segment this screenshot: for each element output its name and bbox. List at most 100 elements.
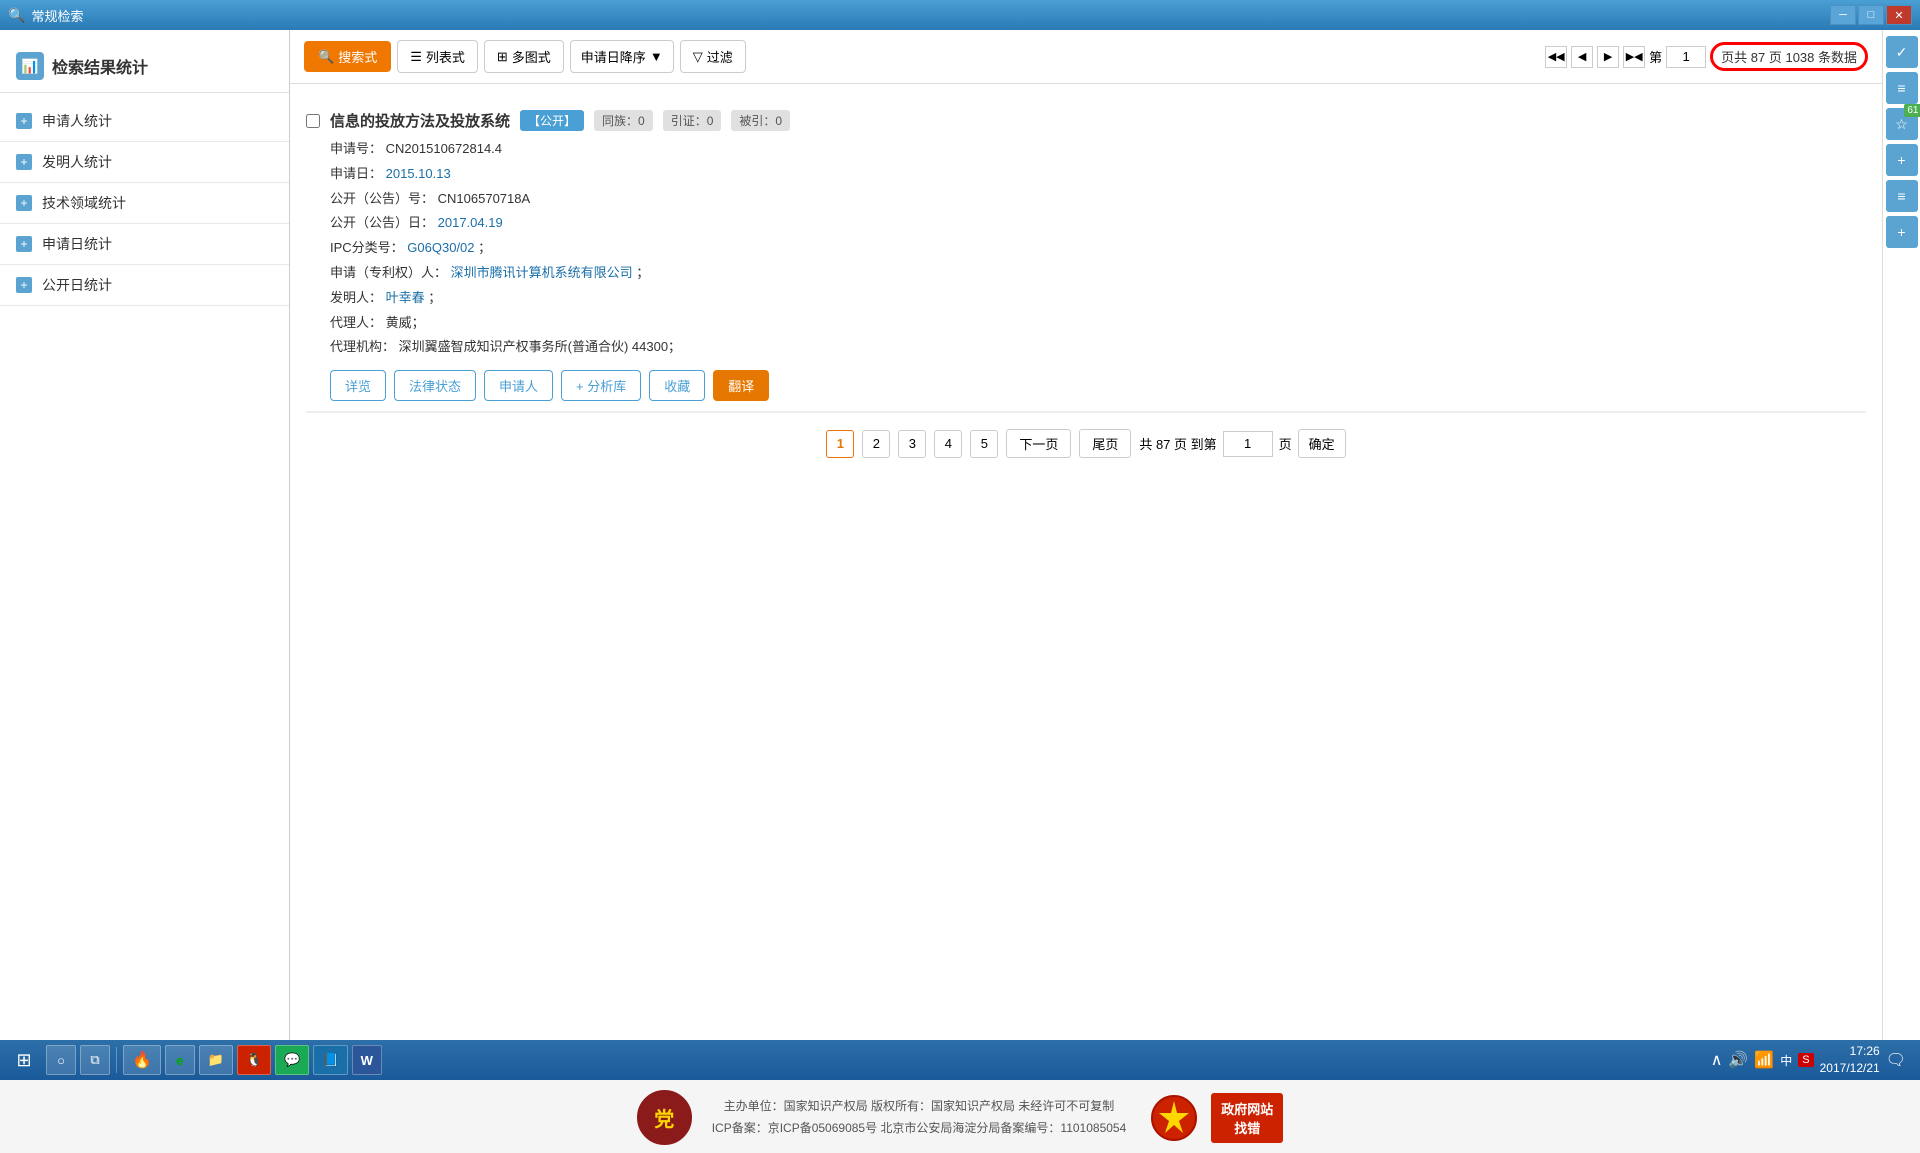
search-taskbar-button[interactable]: ○ (46, 1045, 76, 1075)
expand-icon-appdate: + (16, 236, 32, 252)
title-bar: 🔍 常规检索 ─ □ ✕ (0, 0, 1920, 30)
badge-cite: 引证：0 (663, 110, 722, 131)
page-input[interactable] (1666, 46, 1706, 68)
tray-volume[interactable]: 🔊 (1728, 1050, 1748, 1070)
sidebar-item-pubdate[interactable]: + 公开日统计 (0, 265, 289, 306)
star-icon: ☆ (1895, 116, 1908, 133)
filter-label: 过滤 (707, 47, 733, 66)
taskbar-app5[interactable]: 💬 (275, 1045, 309, 1075)
app-no-value: CN201510672814.4 (386, 141, 502, 156)
logo-text: 党 (654, 1103, 674, 1132)
page-4[interactable]: 4 (934, 430, 962, 458)
last-page-nav-button[interactable]: 尾页 (1079, 429, 1131, 458)
grid-view-button[interactable]: ⊞ 多图式 (484, 40, 564, 73)
expand-icon-tech: + (16, 195, 32, 211)
applicant-value[interactable]: 深圳市腾讯计算机系统有限公司 (451, 265, 633, 280)
tray-expand[interactable]: ∧ (1711, 1050, 1723, 1070)
app-no-field: 申请号： CN201510672814.4 (330, 139, 1866, 160)
minimize-button[interactable]: ─ (1830, 5, 1856, 25)
sidebar-item-tech[interactable]: + 技术领域统计 (0, 183, 289, 224)
right-check-button[interactable]: ✓ (1886, 36, 1918, 68)
applicant-button[interactable]: 申请人 (484, 370, 553, 401)
sidebar-item-inventor[interactable]: + 发明人统计 (0, 142, 289, 183)
start-button[interactable]: ⊞ (6, 1044, 42, 1076)
sidebar-header: 📊 检索结果统计 (0, 40, 289, 93)
taskbar-app4[interactable]: 🐧 (237, 1045, 271, 1075)
goto-input[interactable] (1223, 431, 1273, 457)
search-mode-icon: 🔍 (318, 49, 334, 65)
taskbar-app2[interactable]: e (165, 1045, 195, 1075)
taskbar-app7[interactable]: W (352, 1045, 382, 1075)
patent-title-row: 信息的投放方法及投放系统 【公开】 同族：0 引证：0 被引：0 (306, 110, 1866, 131)
ipc-value[interactable]: G06Q30/02 (407, 240, 474, 255)
maximize-button[interactable]: □ (1858, 5, 1884, 25)
page-5[interactable]: 5 (970, 430, 998, 458)
right-plus-button[interactable]: + (1886, 144, 1918, 176)
patent-checkbox[interactable] (306, 114, 320, 128)
inventor-value[interactable]: 叶幸春 (386, 290, 425, 305)
plus-icon: + (1897, 152, 1905, 168)
taskbar-app3[interactable]: 📁 (199, 1045, 233, 1075)
results-area[interactable]: 信息的投放方法及投放系统 【公开】 同族：0 引证：0 被引：0 申请号： CN… (290, 84, 1882, 1040)
expand-icon-pubdate: + (16, 277, 32, 293)
total-pages-text: 共 87 页 到第 (1139, 434, 1216, 453)
taskview-button[interactable]: ⧉ (80, 1045, 110, 1075)
sort-button[interactable]: 申请日降序 ▼ (570, 40, 674, 73)
sidebar-item-appdate[interactable]: + 申请日统计 (0, 224, 289, 265)
list-view-button[interactable]: ☰ 列表式 (397, 40, 478, 73)
app-date-label: 申请日： (330, 166, 382, 181)
pagination-nav: ◀◀ ◀ ▶ ▶◀ 第 页共 87 页 1038 条数据 (1545, 42, 1868, 71)
legal-button[interactable]: 法律状态 (394, 370, 476, 401)
first-page-button[interactable]: ◀◀ (1545, 46, 1567, 68)
taskbar-clock[interactable]: 17:26 2017/12/21 (1820, 1043, 1880, 1077)
analysis-button[interactable]: + 分析库 (561, 370, 641, 401)
ipc-field: IPC分类号： G06Q30/02 ； (330, 238, 1866, 259)
ipc-label: IPC分类号： (330, 240, 404, 255)
tray-input[interactable]: S (1798, 1053, 1813, 1067)
detail-button[interactable]: 详览 (330, 370, 386, 401)
page-3[interactable]: 3 (898, 430, 926, 458)
inventor-field: 发明人： 叶幸春 ； (330, 288, 1866, 309)
count-badge: 61 (1904, 104, 1920, 117)
grid-view-icon: ⊞ (497, 49, 508, 65)
badge-cited: 被引：0 (731, 110, 790, 131)
footer-info-line1: 主办单位：国家知识产权局 版权所有：国家知识产权局 未经许可不可复制 (712, 1096, 1127, 1118)
sidebar-item-label-tech: 技术领域统计 (42, 193, 126, 213)
taskview-icon: ⧉ (90, 1052, 99, 1068)
applicant-label: 申请（专利权）人： (330, 265, 447, 280)
taskbar-app6[interactable]: 📘 (313, 1045, 347, 1075)
page-unit: 页 (1279, 434, 1292, 453)
tray-notify[interactable]: 🗨 (1886, 1050, 1906, 1070)
confirm-button[interactable]: 确定 (1298, 429, 1346, 458)
prev-page-button[interactable]: ◀ (1571, 46, 1593, 68)
title-bar-icon: 🔍 (8, 7, 25, 24)
next-last-button[interactable]: ▶◀ (1623, 46, 1645, 68)
sidebar-item-applicant[interactable]: + 申请人统计 (0, 101, 289, 142)
right-add-doc-button[interactable]: + (1886, 216, 1918, 248)
page-1[interactable]: 1 (826, 430, 854, 458)
search-mode-button[interactable]: 🔍 搜索式 (304, 41, 391, 72)
next-page-button[interactable]: ▶ (1597, 46, 1619, 68)
taskbar-app1[interactable]: 🔥 (123, 1045, 161, 1075)
right-sidebar: ✓ ≡ ☆ 61 + ≡ + (1882, 30, 1920, 1040)
next-page-nav-button[interactable]: 下一页 (1006, 429, 1071, 458)
page-nav-bottom: 1 2 3 4 5 下一页 尾页 共 87 页 到第 页 确定 (306, 412, 1866, 474)
right-doc-button[interactable]: ≡ (1886, 180, 1918, 212)
agent-field: 代理人： 黄威； (330, 313, 1866, 334)
tray-ime[interactable]: 中 (1780, 1052, 1792, 1069)
pub-date-label: 公开（公告）日： (330, 215, 434, 230)
sidebar-item-label-pubdate: 公开日统计 (42, 275, 112, 295)
page-info-highlighted: 页共 87 页 1038 条数据 (1710, 42, 1868, 71)
collect-button[interactable]: 收藏 (649, 370, 705, 401)
check-icon: ✓ (1896, 44, 1908, 61)
close-button[interactable]: ✕ (1886, 5, 1912, 25)
badge-public: 【公开】 (520, 110, 584, 131)
list-view-icon: ☰ (410, 49, 422, 65)
page-2[interactable]: 2 (862, 430, 890, 458)
filter-icon: ▽ (693, 49, 703, 65)
tray-network[interactable]: 📶 (1754, 1050, 1774, 1070)
translate-button[interactable]: 翻译 (713, 370, 769, 401)
right-menu-button[interactable]: ≡ (1886, 72, 1918, 104)
clock-date: 2017/12/21 (1820, 1060, 1880, 1077)
filter-button[interactable]: ▽ 过滤 (680, 40, 746, 73)
